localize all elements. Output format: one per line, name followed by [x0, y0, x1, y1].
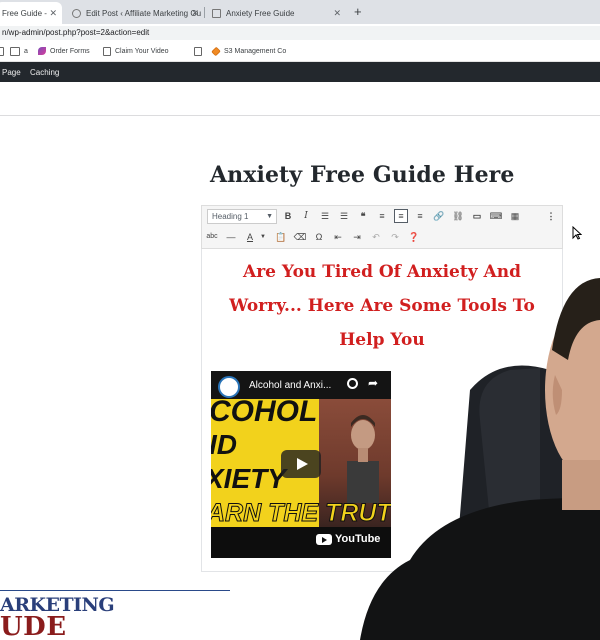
more-options-icon[interactable]: ⋮ [544, 209, 558, 223]
bookmark-claim-your-video[interactable]: Claim Your Video [103, 47, 169, 56]
format-select-value: Heading 1 [212, 212, 249, 221]
align-center-icon[interactable]: ≡ [394, 209, 408, 223]
bookmark-item[interactable]: a [10, 47, 28, 56]
align-right-icon[interactable]: ≡ [413, 209, 427, 223]
admin-bar-caching[interactable]: Caching [30, 68, 59, 77]
outdent-icon[interactable]: ⇤ [331, 230, 345, 244]
redo-icon[interactable]: ↷ [388, 230, 402, 244]
numbered-list-icon[interactable]: ☰ [337, 209, 351, 223]
watermark-rule [0, 590, 230, 591]
page-icon [194, 47, 202, 56]
browser-tab-strip: Free Guide - ✕ Edit Post ‹ Affiliate Mar… [0, 0, 600, 24]
divider [0, 115, 600, 116]
tab-title: Edit Post ‹ Affiliate Marketing Gu [86, 8, 202, 18]
url-field[interactable]: n/wp-admin/post.php?post=2&action=edit [0, 26, 600, 40]
format-select[interactable]: Heading 1 ▼ [207, 209, 277, 224]
bookmark-label: a [24, 48, 28, 55]
page-icon [103, 47, 111, 56]
new-tab-button[interactable]: + [354, 4, 362, 19]
bulleted-list-icon[interactable]: ☰ [318, 209, 332, 223]
indent-icon[interactable]: ⇥ [350, 230, 364, 244]
help-icon[interactable]: ❓ [407, 230, 421, 244]
thumbnail-text-3: XIETY [211, 463, 286, 494]
strikethrough-icon[interactable]: abc [205, 230, 219, 244]
undo-icon[interactable]: ↶ [369, 230, 383, 244]
app-icon [38, 47, 46, 55]
align-left-icon[interactable]: ≡ [375, 209, 389, 223]
tab-title: Free Guide - [2, 8, 47, 18]
special-character-icon[interactable]: Ω [312, 230, 326, 244]
text-color-icon[interactable]: A [243, 230, 257, 244]
wordpress-icon [72, 8, 81, 18]
link-icon[interactable]: 🔗 [432, 209, 446, 223]
close-icon[interactable]: ✕ [49, 8, 57, 19]
chevron-down-icon: ▼ [266, 213, 273, 220]
tab-divider [204, 7, 205, 18]
chevron-down-icon[interactable]: ▼ [256, 230, 270, 244]
horizontal-line-icon[interactable]: — [224, 230, 238, 244]
tab-free-guide[interactable]: Free Guide - ✕ [0, 2, 62, 24]
editor-toolbar: Heading 1 ▼ B I ☰ ☰ ❝ ≡ ≡ ≡ 🔗 ⛓ ▭ ⌨ ▦ ⋮ … [201, 205, 563, 249]
keyboard-icon[interactable]: ▦ [508, 209, 522, 223]
bookmark-item[interactable] [194, 47, 206, 56]
clear-formatting-icon[interactable]: ⌫ [293, 230, 307, 244]
webcam-presenter [360, 278, 600, 640]
unlink-icon[interactable]: ⛓ [451, 209, 465, 223]
aws-icon [211, 46, 221, 57]
address-bar-row: n/wp-admin/post.php?post=2&action=edit [0, 24, 600, 42]
tab-anxiety-free-guide[interactable]: Anxiety Free Guide ✕ [206, 2, 346, 24]
watermark-line-2: UDE [0, 612, 67, 640]
close-icon[interactable]: ✕ [333, 8, 341, 19]
blockquote-icon[interactable]: ❝ [356, 209, 370, 223]
close-icon[interactable]: ✕ [191, 8, 199, 19]
bookmark-order-forms[interactable]: Order Forms [38, 47, 90, 55]
bold-icon[interactable]: B [281, 209, 295, 223]
bookmark-s3-management[interactable]: S3 Management Co [211, 46, 287, 57]
read-more-icon[interactable]: ▭ [470, 209, 484, 223]
bookmark-label: Order Forms [50, 47, 90, 55]
page-icon [212, 8, 221, 18]
post-title-input[interactable]: Anxiety Free Guide Here [210, 162, 514, 188]
tab-title: Anxiety Free Guide [226, 8, 295, 18]
wp-admin-bar: Page Caching [0, 62, 600, 82]
admin-bar-page[interactable]: Page [2, 68, 21, 77]
bookmark-item[interactable] [0, 47, 8, 56]
paste-text-icon[interactable]: 📋 [274, 230, 288, 244]
bookmarks-bar: a Order Forms Claim Your Video S3 Manage… [0, 42, 600, 62]
mouse-cursor-icon [572, 226, 582, 240]
channel-logo[interactable] [218, 376, 240, 398]
toolbar-toggle-icon[interactable]: ⌨ [489, 209, 503, 223]
calendar-icon [10, 47, 20, 56]
thumbnail-text-2: ID [211, 429, 237, 460]
bookmark-label: Claim Your Video [115, 48, 169, 55]
page-icon [0, 47, 4, 56]
tab-edit-post[interactable]: Edit Post ‹ Affiliate Marketing Gu ✕ [66, 2, 204, 24]
italic-icon[interactable]: I [299, 209, 313, 223]
bookmark-label: S3 Management Co [224, 48, 287, 55]
